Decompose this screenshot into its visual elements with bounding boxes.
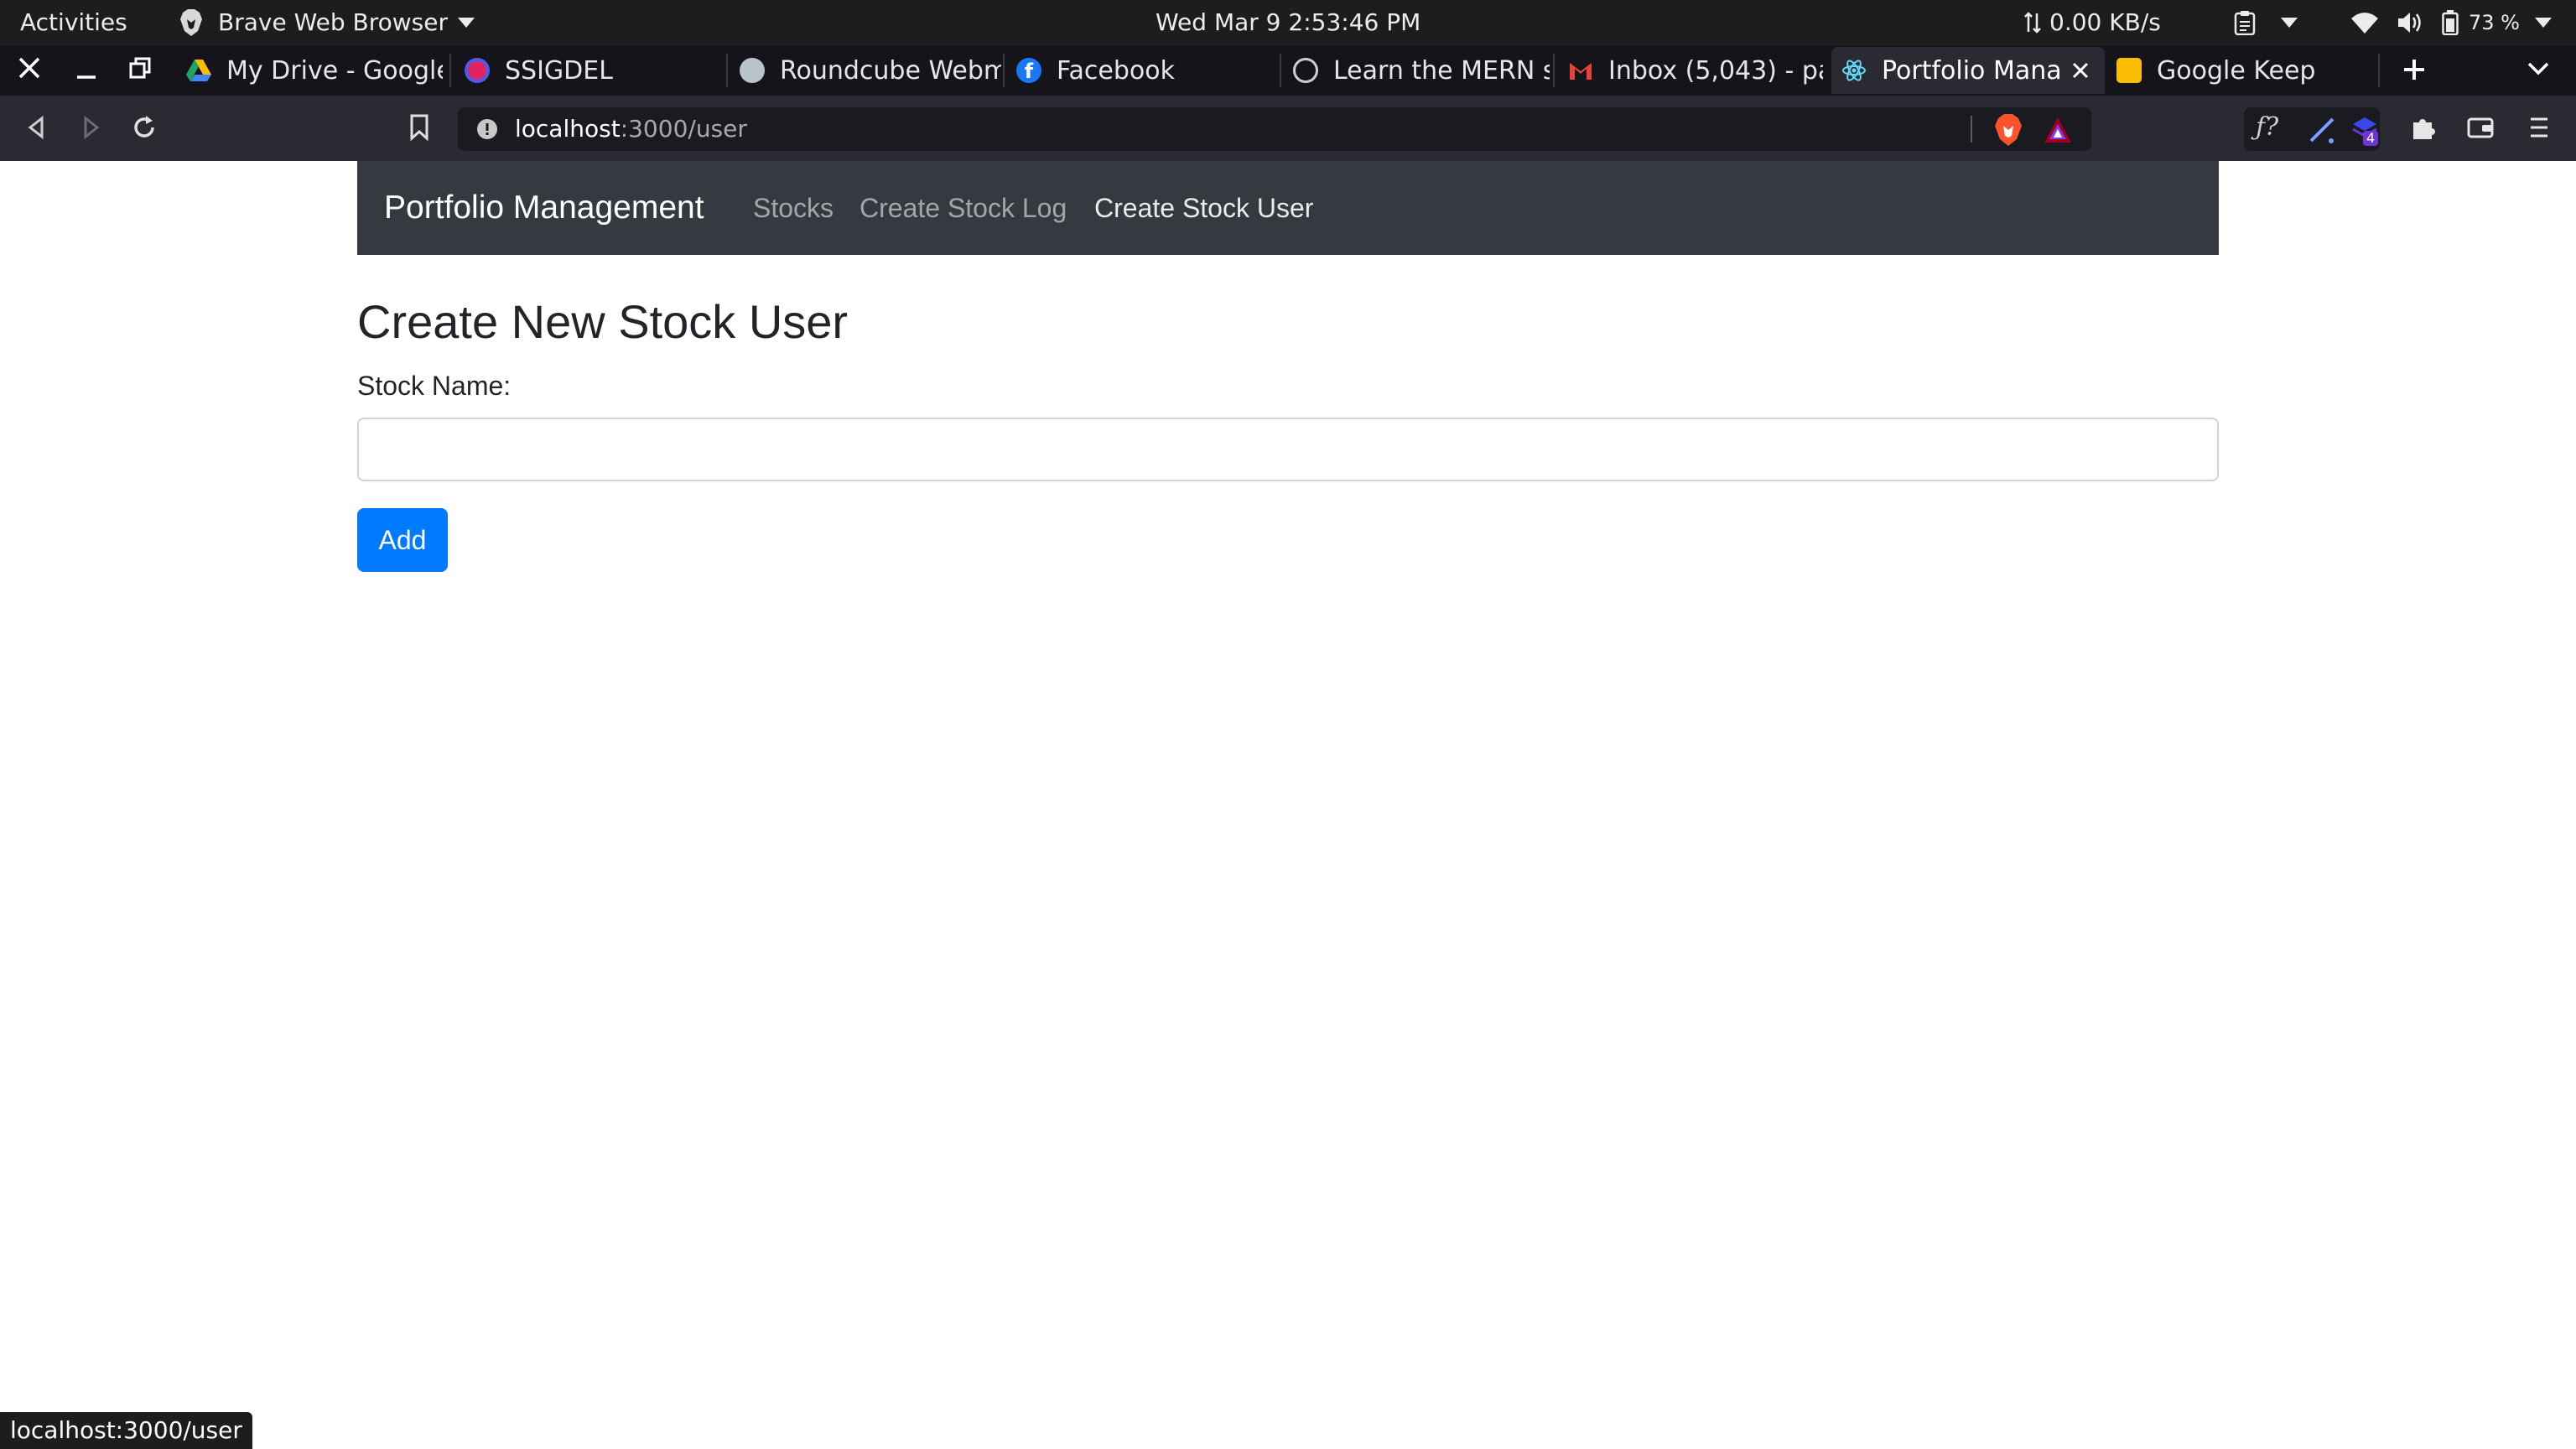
tab-label: Portfolio Management <box>1882 55 2061 86</box>
site-info-icon[interactable] <box>476 118 498 140</box>
back-arrow-icon <box>28 116 44 139</box>
reload-icon <box>134 116 154 138</box>
formula-extension-icon[interactable]: ƒ? <box>2256 112 2278 142</box>
tab-separator <box>1280 54 1281 87</box>
tab-google-keep[interactable]: Google Keep <box>2116 47 2373 94</box>
tab-label: Roundcube Webmail <box>780 55 1001 86</box>
new-tab-button[interactable] <box>2402 57 2427 82</box>
brave-rewards-icon[interactable] <box>2043 116 2073 144</box>
updown-arrows-icon <box>2024 12 2041 34</box>
tab-portfolio-management[interactable]: Portfolio Management <box>1831 47 2105 94</box>
pen-extension-icon[interactable] <box>2308 116 2336 144</box>
ssigdel-icon <box>465 58 490 83</box>
battery-percent: 73 % <box>2469 11 2520 34</box>
system-top-bar: Activities Brave Web Browser Wed Mar 9 2… <box>0 0 2576 45</box>
window-minimize-button[interactable] <box>74 55 99 80</box>
tab-label: Google Keep <box>2157 55 2316 86</box>
bookmark-icon <box>410 114 428 141</box>
minimize-icon <box>77 75 96 79</box>
tab-gmail[interactable]: Inbox (5,043) - palm <box>1568 47 1823 94</box>
clipboard-menu[interactable] <box>2234 0 2298 45</box>
chevron-down-icon <box>2281 18 2298 28</box>
forward-button[interactable] <box>79 116 102 139</box>
volume-icon <box>2398 13 2421 33</box>
gmail-icon <box>1570 63 1592 80</box>
stack-extension[interactable]: 4 <box>2351 116 2379 146</box>
tab-separator <box>2378 54 2380 87</box>
tab-separator <box>726 54 728 87</box>
tab-label: SSIGDEL <box>505 55 613 86</box>
restore-icon <box>129 57 151 79</box>
wifi-icon <box>2351 13 2378 34</box>
bookmark-button[interactable] <box>409 114 429 141</box>
globe-icon <box>1293 58 1318 83</box>
app-name: Brave Web Browser <box>218 8 448 36</box>
address-bar[interactable]: localhost:3000/user <box>458 107 2091 151</box>
tab-ssigdel[interactable]: SSIGDEL <box>465 47 721 94</box>
url-divider <box>1971 116 1972 143</box>
facebook-icon: f <box>1016 58 1041 83</box>
tab-label: Facebook <box>1057 55 1175 86</box>
chevron-down-icon <box>2527 62 2549 75</box>
plus-icon <box>2404 60 2424 80</box>
tab-label: Inbox (5,043) - palm <box>1608 55 1823 86</box>
system-menu[interactable]: 73 % <box>2351 0 2552 45</box>
status-bar-url: localhost:3000/user <box>0 1412 252 1449</box>
extensions-area: ƒ? 4 <box>2244 107 2380 151</box>
puzzle-extensions-icon[interactable] <box>2410 114 2437 141</box>
close-icon <box>18 57 40 79</box>
page-title: Create New Stock User <box>357 295 849 348</box>
reload-button[interactable] <box>131 114 158 141</box>
extension-badge: 4 <box>2363 131 2379 146</box>
add-button[interactable]: Add <box>357 508 448 572</box>
url-text: localhost:3000/user <box>515 107 747 151</box>
tab-label: Learn the MERN stack <box>1333 55 1550 86</box>
chevron-down-icon <box>457 18 475 28</box>
google-keep-icon <box>2116 58 2142 83</box>
battery-icon <box>2442 10 2459 35</box>
clipboard-icon <box>2234 11 2256 35</box>
tab-separator <box>1003 54 1005 87</box>
roundcube-icon <box>740 58 765 83</box>
menu-icon[interactable] <box>2529 116 2549 139</box>
clock[interactable]: Wed Mar 9 2:53:46 PM <box>1156 0 1420 45</box>
tab-list-button[interactable] <box>2527 62 2549 75</box>
brave-lion-icon <box>180 9 202 36</box>
stock-name-label: Stock Name: <box>357 371 512 401</box>
url-path: :3000/user <box>620 115 747 143</box>
url-host: localhost <box>515 115 621 143</box>
wallet-icon[interactable] <box>2467 116 2494 139</box>
window-close-button[interactable] <box>17 55 42 80</box>
stock-name-input[interactable] <box>357 418 2219 481</box>
net-speed: 0.00 KB/s <box>2049 8 2161 36</box>
tab-label: My Drive - Google Drive <box>226 55 443 86</box>
tab-separator <box>1553 54 1555 87</box>
tab-my-drive[interactable]: My Drive - Google Drive <box>186 47 443 94</box>
google-drive-icon <box>186 60 211 81</box>
tab-separator <box>449 54 451 87</box>
app-menu[interactable]: Brave Web Browser <box>179 0 475 45</box>
activities-button[interactable]: Activities <box>20 0 127 45</box>
tab-facebook[interactable]: f Facebook <box>1016 47 1273 94</box>
navbar-brand[interactable]: Portfolio Management <box>384 161 704 255</box>
tab-roundcube[interactable]: Roundcube Webmail <box>740 47 1001 94</box>
network-indicator: 0.00 KB/s <box>2024 0 2161 45</box>
forward-arrow-icon <box>84 116 100 139</box>
nav-link-stocks[interactable]: Stocks <box>753 161 834 255</box>
brave-shields-icon[interactable] <box>1994 114 2023 146</box>
nav-link-create-stock-log[interactable]: Create Stock Log <box>860 161 1067 255</box>
react-icon <box>1842 60 1866 81</box>
chevron-down-icon <box>2534 18 2552 28</box>
tab-close-icon[interactable] <box>2071 61 2090 80</box>
tab-learn-mern[interactable]: Learn the MERN stack <box>1293 47 1550 94</box>
back-button[interactable] <box>25 116 49 139</box>
nav-link-create-stock-user[interactable]: Create Stock User <box>1094 161 1313 255</box>
window-restore-button[interactable] <box>127 55 153 80</box>
